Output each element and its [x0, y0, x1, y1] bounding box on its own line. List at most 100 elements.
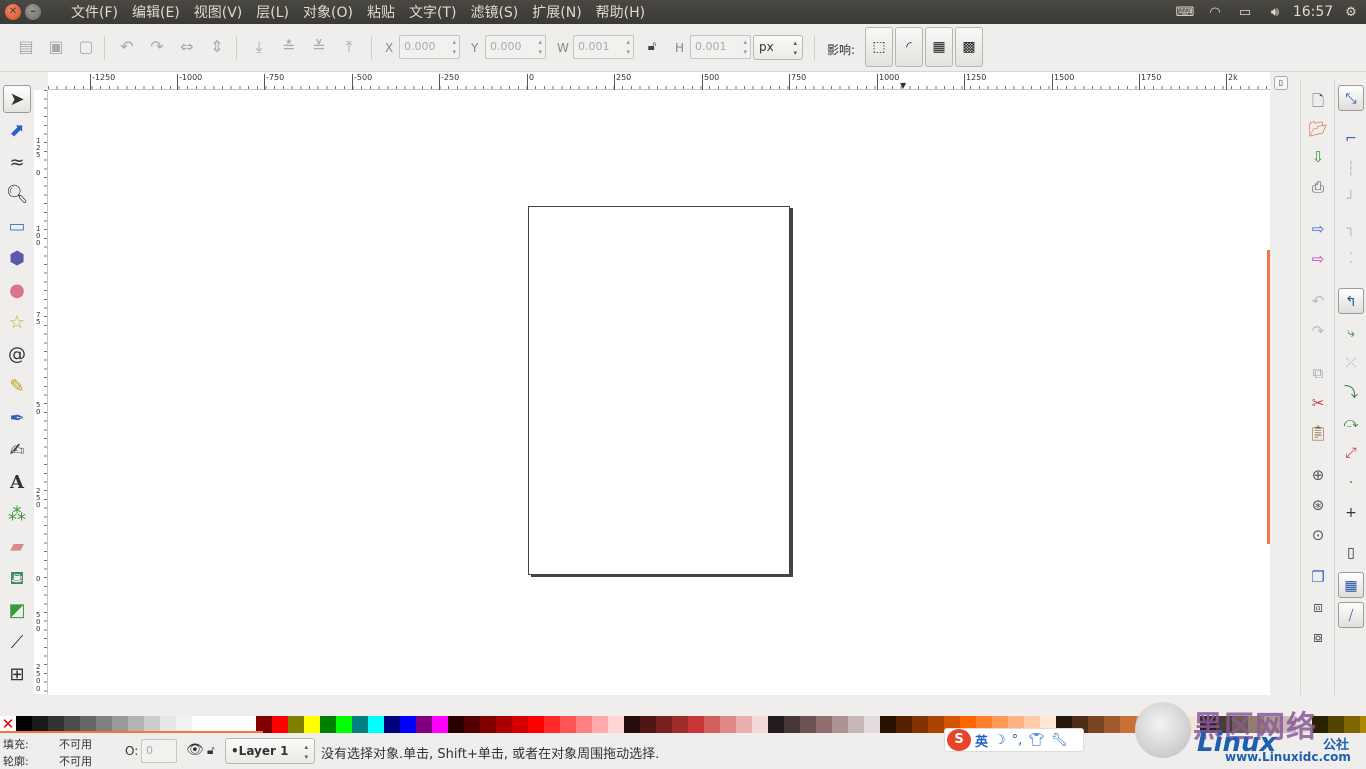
zoom-tool[interactable]: 🔍︎ [3, 181, 31, 209]
print-icon[interactable]: ⎙ [1307, 176, 1329, 198]
menu-edit[interactable]: 编辑(E) [125, 0, 187, 24]
moon-icon[interactable]: ☽ [994, 733, 1006, 748]
color-swatch[interactable] [448, 716, 464, 733]
unit-select[interactable]: px [753, 35, 803, 60]
3d-box-tool[interactable]: ⬢ [3, 245, 31, 273]
color-swatch[interactable] [432, 716, 448, 733]
star-tool[interactable]: ☆ [3, 309, 31, 337]
color-swatch[interactable] [496, 716, 512, 733]
battery-icon[interactable]: ▭ [1230, 5, 1260, 20]
open-folder-icon[interactable]: 📂︎ [1307, 118, 1329, 140]
document-page[interactable] [528, 206, 790, 575]
pencil-tool[interactable]: ✎ [3, 373, 31, 401]
horizontal-ruler[interactable]: -1250 -1000 -750 -500 -250 0 250 500 750… [48, 72, 1270, 90]
redo-icon[interactable]: ↷ [1307, 320, 1329, 342]
snap-page-icon[interactable]: ▯ [1338, 540, 1364, 566]
volume-icon[interactable]: 🔊︎ [1260, 5, 1290, 20]
color-swatch[interactable] [720, 716, 736, 733]
eraser-tool[interactable]: ▰ [3, 533, 31, 561]
lower-to-bottom-icon[interactable]: ⤓ [247, 34, 271, 60]
color-swatch[interactable] [512, 716, 528, 733]
save-icon[interactable]: ⇩ [1307, 146, 1329, 168]
color-swatch[interactable] [384, 716, 400, 733]
scale-stroke-button[interactable]: ⬚ [865, 27, 893, 67]
import-icon[interactable]: ⇨ [1307, 218, 1329, 240]
calligraphy-tool[interactable]: ✍ [3, 437, 31, 465]
eye-icon[interactable]: 👁︎ [186, 742, 204, 758]
snap-smooth-icon[interactable]: ⤼ [1338, 410, 1364, 436]
move-gradients-button[interactable]: ▦ [925, 27, 953, 67]
color-swatch[interactable] [608, 716, 624, 733]
menu-layer[interactable]: 层(L) [249, 0, 296, 24]
menu-extensions[interactable]: 扩展(N) [525, 0, 588, 24]
unlink-clone-icon[interactable]: ⧇ [1307, 626, 1329, 648]
wrench-icon[interactable]: 🔧︎ [1051, 733, 1068, 748]
color-swatch[interactable] [624, 716, 640, 733]
color-swatch[interactable] [816, 716, 832, 733]
vertical-ruler[interactable]: 125 0 100 75 50 250 0 500 250 0 [34, 90, 48, 694]
color-swatch[interactable] [320, 716, 336, 733]
color-swatch[interactable] [704, 716, 720, 733]
selector-tool[interactable]: ➤ [3, 85, 31, 113]
color-swatch[interactable] [832, 716, 848, 733]
color-swatch[interactable] [880, 716, 896, 733]
raise-icon[interactable]: ≚ [307, 34, 331, 60]
clock[interactable]: 16:57 [1290, 4, 1336, 20]
h-input[interactable]: 0.001 [690, 35, 751, 59]
menu-view[interactable]: 视图(V) [187, 0, 250, 24]
snap-guide-icon[interactable]: ⧸ [1338, 602, 1364, 628]
color-swatch[interactable] [368, 716, 384, 733]
color-swatch[interactable] [560, 716, 576, 733]
cut-icon[interactable]: ✂ [1307, 392, 1329, 414]
snap-bbox-midpoint-icon[interactable]: ┐ [1338, 216, 1364, 242]
wifi-icon[interactable]: ◠ [1200, 5, 1230, 20]
color-swatch[interactable] [736, 716, 752, 733]
fill-value[interactable]: 不可用 [59, 736, 92, 752]
menu-help[interactable]: 帮助(H) [589, 0, 652, 24]
snap-toggle-icon[interactable]: ⤡ [1338, 85, 1364, 111]
snap-object-center-icon[interactable]: ⋅ [1338, 470, 1364, 496]
raise-to-top-icon[interactable]: ⤒ [337, 34, 361, 60]
dropper-tool[interactable]: ⟋ [3, 629, 31, 657]
menu-file[interactable]: 文件(F) [64, 0, 125, 24]
snap-grid-icon[interactable]: ▦ [1338, 572, 1364, 598]
pen-tool[interactable]: ✒ [3, 405, 31, 433]
color-swatch[interactable] [576, 716, 592, 733]
drawing-canvas[interactable] [48, 90, 1270, 695]
snap-midpoint-icon[interactable]: ⤢ [1338, 440, 1364, 466]
ellipse-tool[interactable]: ● [3, 277, 31, 305]
color-swatch[interactable] [896, 716, 912, 733]
snap-bbox-corner-icon[interactable]: ┘ [1338, 186, 1364, 212]
color-swatch[interactable] [1104, 716, 1120, 733]
scrollbar-indicator[interactable] [1267, 250, 1270, 544]
select-all-icon[interactable]: ▤ [14, 34, 38, 60]
color-swatch[interactable] [864, 716, 880, 733]
duplicate-icon[interactable]: ❐ [1307, 566, 1329, 588]
export-icon[interactable]: ⇨ [1307, 248, 1329, 270]
connector-tool[interactable]: ⊞ [3, 661, 31, 689]
lock-icon[interactable]: 🔓︎ [640, 34, 664, 60]
clone-icon[interactable]: ⧈ [1307, 596, 1329, 618]
color-swatch[interactable] [672, 716, 688, 733]
color-swatch[interactable] [544, 716, 560, 733]
lock-icon[interactable]: 🔓︎ [207, 743, 215, 758]
menu-path[interactable]: 粘贴 [360, 0, 402, 24]
scale-corners-button[interactable]: ◜ [895, 27, 923, 67]
color-swatch[interactable] [288, 716, 304, 733]
window-minimize-button[interactable]: – [25, 4, 41, 20]
tweak-tool[interactable]: ≈ [3, 149, 31, 177]
new-document-icon[interactable]: 🗋 [1307, 90, 1329, 112]
color-swatch[interactable] [528, 716, 544, 733]
spiral-tool[interactable]: @ [3, 341, 31, 369]
color-swatch[interactable] [1088, 716, 1104, 733]
snap-cusp-icon[interactable]: ⤵ [1338, 380, 1364, 406]
deselect-icon[interactable]: ▢ [74, 34, 98, 60]
snap-bbox-edge-icon[interactable]: ┆ [1338, 156, 1364, 182]
color-swatch[interactable] [640, 716, 656, 733]
color-swatch[interactable] [480, 716, 496, 733]
menu-filters[interactable]: 滤镜(S) [463, 0, 525, 24]
x-input[interactable]: 0.000 [399, 35, 460, 59]
color-swatch[interactable] [800, 716, 816, 733]
stroke-value[interactable]: 不可用 [59, 753, 92, 769]
color-swatch[interactable] [416, 716, 432, 733]
